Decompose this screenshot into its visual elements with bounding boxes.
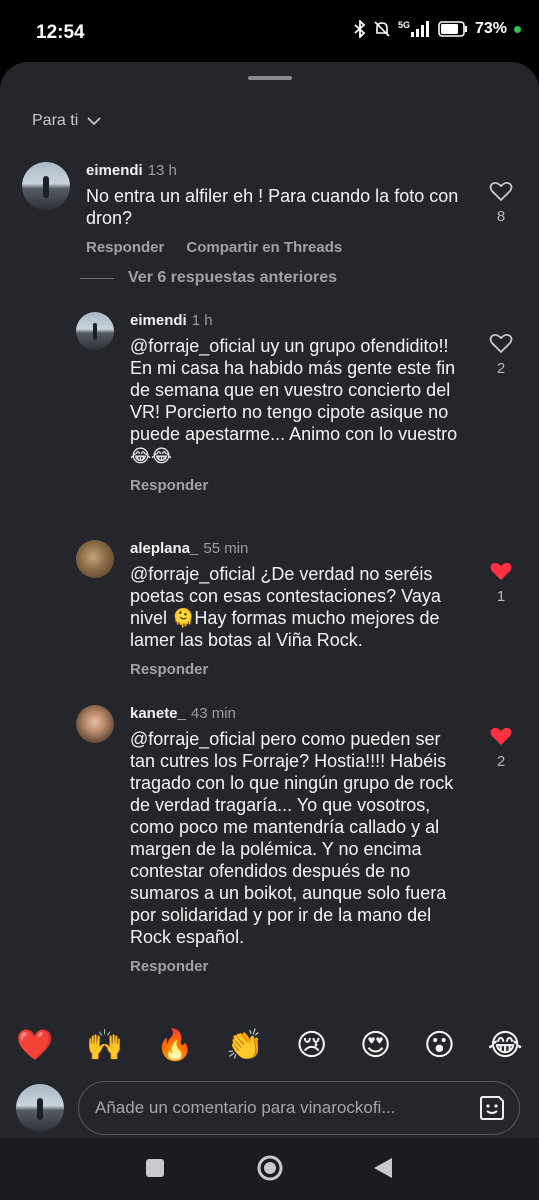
avatar[interactable] — [76, 312, 114, 350]
emoji-laughing[interactable]: 😂 — [488, 1028, 523, 1063]
sticker-icon[interactable] — [477, 1093, 507, 1123]
comment-input[interactable] — [95, 1098, 477, 1118]
comments-sheet: Para ti eimendi 13 h No entra un alfiler… — [0, 62, 539, 1152]
mention-link[interactable]: @forraje_oficial — [130, 564, 255, 584]
reply-username[interactable]: eimendi — [130, 312, 187, 329]
comment-username[interactable]: eimendi — [86, 162, 143, 179]
heart-filled-icon — [490, 727, 512, 745]
comment: eimendi 13 h No entra un alfiler eh ! Pa… — [22, 162, 472, 256]
like-count: 2 — [496, 753, 506, 770]
status-bar: 12:54 5G 73% — [0, 0, 539, 64]
signal-icon — [410, 21, 429, 37]
reply-button[interactable]: Responder — [130, 958, 208, 975]
own-avatar — [16, 1084, 64, 1132]
comment-actions: Responder Compartir en Threads — [86, 239, 462, 256]
comment-composer — [16, 1080, 520, 1136]
chevron-down-icon — [87, 117, 101, 126]
status-icons: 5G 73% — [354, 20, 521, 38]
avatar[interactable] — [76, 540, 114, 578]
reply-actions: Responder — [130, 661, 470, 678]
mute-icon — [374, 21, 390, 37]
emoji-clap[interactable]: 👏 — [226, 1028, 263, 1063]
heart-outline-icon — [489, 181, 513, 202]
network-type: 5G — [397, 20, 410, 30]
like-button[interactable]: 1 — [486, 560, 516, 605]
avatar[interactable] — [22, 162, 70, 210]
status-time: 12:54 — [36, 22, 85, 43]
comment-body: eimendi 13 h No entra un alfiler eh ! Pa… — [86, 162, 462, 256]
like-button[interactable]: 2 — [486, 725, 516, 770]
like-count: 1 — [496, 588, 506, 605]
nav-recents-icon[interactable] — [145, 1158, 165, 1178]
reply-text: @forraje_oficial uy un grupo ofendidito!… — [130, 335, 470, 467]
reply-username[interactable]: kanete_ — [130, 705, 186, 722]
reply-text-body: pero como pueden ser tan cutres los Forr… — [130, 729, 454, 947]
reply-actions: Responder — [130, 477, 470, 494]
bluetooth-icon — [354, 20, 366, 38]
privacy-indicator — [514, 25, 521, 33]
reply-button[interactable]: Responder — [130, 661, 208, 678]
mention-link[interactable]: @forraje_oficial — [130, 729, 255, 749]
comment-header: eimendi 13 h — [86, 162, 462, 179]
reply-text: @forraje_oficial ¿De verdad no seréis po… — [130, 563, 470, 651]
battery-percent: 73% — [474, 20, 507, 37]
reply-text: @forraje_oficial pero como pueden ser ta… — [130, 728, 470, 948]
system-nav-bar — [0, 1138, 539, 1200]
filter-label: Para ti — [32, 112, 79, 129]
emoji-reaction-bar: ❤️ 🙌 🔥 👏 😢 😍 😮 😂 — [0, 1020, 539, 1070]
emoji-crying[interactable]: 😢 — [296, 1028, 327, 1063]
reply-username[interactable]: aleplana_ — [130, 540, 198, 557]
reply: eimendi 1 h @forraje_oficial uy un grupo… — [76, 312, 476, 494]
reply: aleplana_ 55 min @forraje_oficial ¿De ve… — [76, 540, 476, 678]
comment-time: 13 h — [147, 162, 177, 179]
reply-body: eimendi 1 h @forraje_oficial uy un grupo… — [130, 312, 470, 494]
heart-outline-icon — [489, 333, 513, 354]
replies-divider — [80, 277, 114, 279]
nav-back-icon[interactable] — [372, 1156, 394, 1180]
share-threads-button[interactable]: Compartir en Threads — [186, 239, 342, 256]
emoji-fire[interactable]: 🔥 — [156, 1028, 193, 1063]
comment-text: No entra un alfiler eh ! Para cuando la … — [86, 186, 459, 228]
reply-header: kanete_ 43 min — [130, 705, 470, 722]
mention-link[interactable]: @forraje_oficial — [130, 336, 255, 356]
view-more-replies-button[interactable]: Ver 6 respuestas anteriores — [80, 269, 337, 287]
view-more-replies-label: Ver 6 respuestas anteriores — [128, 269, 338, 286]
like-button[interactable]: 2 — [486, 332, 516, 377]
reply-body: kanete_ 43 min @forraje_oficial pero com… — [130, 705, 470, 975]
emoji-surprised[interactable]: 😮 — [424, 1028, 455, 1063]
emoji-heart-eyes[interactable]: 😍 — [360, 1028, 391, 1063]
heart-filled-icon — [490, 562, 512, 580]
reply-button[interactable]: Responder — [86, 239, 164, 256]
reply: kanete_ 43 min @forraje_oficial pero com… — [76, 705, 476, 975]
drag-handle[interactable] — [248, 76, 292, 80]
reply-header: eimendi 1 h — [130, 312, 470, 329]
filter-dropdown[interactable]: Para ti — [32, 112, 102, 130]
emoji-heart[interactable]: ❤️ — [16, 1028, 53, 1063]
avatar[interactable] — [76, 705, 114, 743]
like-button[interactable]: 8 — [486, 180, 516, 225]
reply-header: aleplana_ 55 min — [130, 540, 470, 557]
battery-icon — [438, 21, 467, 37]
emoji-raised-hands[interactable]: 🙌 — [86, 1028, 123, 1063]
reply-time: 1 h — [191, 312, 213, 329]
nav-home-icon[interactable] — [256, 1154, 284, 1182]
reply-button[interactable]: Responder — [130, 477, 208, 494]
like-count: 8 — [496, 208, 506, 225]
reply-time: 43 min — [190, 705, 236, 722]
comment-input-container[interactable] — [78, 1081, 520, 1135]
like-count: 2 — [496, 360, 506, 377]
reply-body: aleplana_ 55 min @forraje_oficial ¿De ve… — [130, 540, 470, 678]
reply-actions: Responder — [130, 958, 470, 975]
reply-time: 55 min — [203, 540, 249, 557]
